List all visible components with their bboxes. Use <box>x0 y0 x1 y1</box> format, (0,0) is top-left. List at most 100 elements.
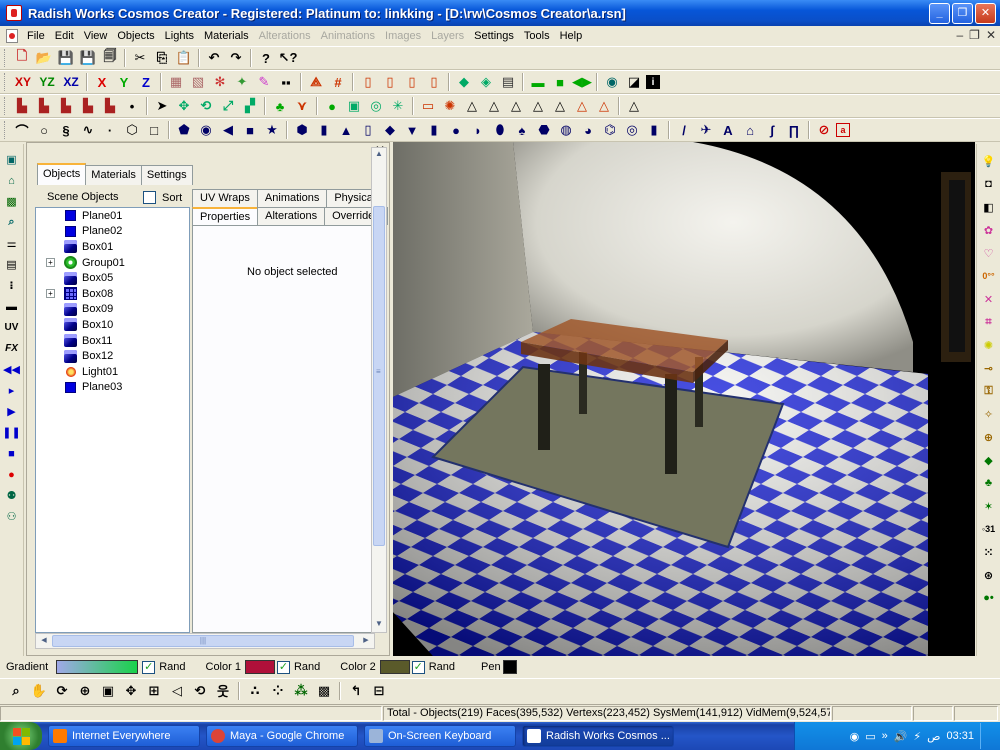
chart-icon[interactable]: ◪ <box>624 72 644 92</box>
play-icon[interactable]: ▶ <box>2 402 22 421</box>
stop-icon[interactable]: ■ <box>2 444 22 463</box>
mdi-restore-icon[interactable]: ❐ <box>969 28 980 42</box>
chrome-tray-icon[interactable]: ◉ <box>850 730 860 743</box>
tab-alterations[interactable]: Alterations <box>257 207 326 225</box>
pair-icon[interactable]: ●• <box>980 589 998 607</box>
task-on-screen-keyboard[interactable]: On-Screen Keyboard <box>364 725 516 747</box>
rectangle-icon[interactable]: □ <box>144 120 164 140</box>
shade-icon[interactable]: ✎ <box>254 72 274 92</box>
spotlight-icon[interactable]: ◧ <box>980 198 998 216</box>
pyramid-icon[interactable]: ▼ <box>402 120 422 140</box>
object-tool-4-icon[interactable]: ▙ <box>78 96 98 116</box>
star-icon[interactable]: ★ <box>262 120 282 140</box>
mdi-close-icon[interactable]: ✕ <box>986 28 996 42</box>
frame-icon[interactable]: ⌗ <box>980 313 998 331</box>
power-icon[interactable]: ⚡ <box>913 730 921 743</box>
tube-icon[interactable]: ▯ <box>358 120 378 140</box>
save-all-icon[interactable]: 🗐 <box>100 48 120 68</box>
menu-file[interactable]: File <box>22 30 50 42</box>
bottle-icon[interactable]: ▮ <box>644 120 664 140</box>
photo-icon[interactable]: ▩ <box>2 192 22 211</box>
document-icon[interactable] <box>6 29 18 43</box>
degree-icon[interactable]: 0°° <box>980 267 998 285</box>
expand-icon[interactable]: + <box>46 289 55 299</box>
tab-properties[interactable]: Properties <box>192 207 259 225</box>
dot-icon[interactable]: • <box>122 96 142 116</box>
snap-star-icon[interactable]: ✳ <box>388 96 408 116</box>
tab-objects[interactable]: Objects <box>37 163 87 185</box>
view-yz-button[interactable]: YZ <box>36 72 58 92</box>
cube-icon[interactable]: ⬢ <box>292 120 312 140</box>
rotate-icon[interactable]: ⟲ <box>196 96 216 116</box>
capsule-icon[interactable]: ⬮ <box>490 120 510 140</box>
menu-help[interactable]: Help <box>555 30 588 42</box>
record-icon[interactable]: ● <box>2 465 22 484</box>
back-icon[interactable]: ↰ <box>346 681 366 701</box>
helix-icon[interactable]: ⌬ <box>600 120 620 140</box>
target-icon[interactable]: ⊕ <box>980 428 998 446</box>
tree-item-box08[interactable]: + Box08 <box>36 286 189 302</box>
tree-item-light01[interactable]: Light01 <box>36 364 189 380</box>
gem-icon[interactable]: ◆ <box>380 120 400 140</box>
wedge-icon[interactable]: ◀ <box>218 120 238 140</box>
torus-icon[interactable]: ◉ <box>196 120 216 140</box>
pause-icon[interactable]: ❚❚ <box>2 423 22 442</box>
triangle-5-icon[interactable]: △ <box>550 96 570 116</box>
panel-vertical-scrollbar[interactable]: ▲ ≡ ▼ <box>371 147 387 633</box>
light-add-icon[interactable]: ✺ <box>440 96 460 116</box>
menu-edit[interactable]: Edit <box>50 30 79 42</box>
grid-icon[interactable]: ▦ <box>166 72 186 92</box>
tree-item-group01[interactable]: + Group01 <box>36 255 189 271</box>
sort-checkbox[interactable] <box>143 191 156 204</box>
can-icon[interactable]: ▮ <box>424 120 444 140</box>
tree-item-box01[interactable]: Box01 <box>36 239 189 255</box>
text-icon[interactable]: A <box>718 120 738 140</box>
step-icon[interactable]: ▸ <box>2 381 22 400</box>
fit-icon[interactable]: ⊞ <box>144 681 164 701</box>
tree-item-box11[interactable]: Box11 <box>36 333 189 349</box>
wave-icon[interactable]: ∿ <box>78 120 98 140</box>
layout-icon[interactable]: ▪▪ <box>276 72 296 92</box>
axis-y-button[interactable]: Y <box>114 72 134 92</box>
object-tool-3-icon[interactable]: ▙ <box>56 96 76 116</box>
task-chrome[interactable]: Maya - Google Chrome <box>206 725 358 747</box>
menu-objects[interactable]: Objects <box>112 30 159 42</box>
table-icon[interactable]: ▤ <box>498 72 518 92</box>
blob-icon[interactable]: ◕ <box>578 120 598 140</box>
object-tool-1-icon[interactable]: ▙ <box>12 96 32 116</box>
tab-animations[interactable]: Animations <box>256 189 328 207</box>
lattice-icon[interactable]: # <box>328 72 348 92</box>
tree-item-plane03[interactable]: Plane03 <box>36 380 189 396</box>
menu-alterations[interactable]: Alterations <box>254 30 316 42</box>
arc-icon[interactable]: ⌒ <box>12 120 32 140</box>
document-view-icon[interactable]: ▤ <box>2 255 22 274</box>
fill-icon[interactable]: ◈ <box>476 72 496 92</box>
camera-add-icon[interactable]: ▭ <box>418 96 438 116</box>
splash-icon[interactable]: ✶ <box>980 497 998 515</box>
task-internet-everywhere[interactable]: Internet Everywhere <box>48 725 200 747</box>
pillar4-icon[interactable]: ▯ <box>424 72 444 92</box>
axis-z-button[interactable]: Z <box>136 72 156 92</box>
green-cube-icon[interactable]: ◆ <box>980 451 998 469</box>
people-icon[interactable]: ⚉ <box>2 486 22 505</box>
walk-icon[interactable]: 웃 <box>213 681 233 701</box>
teapot-icon[interactable]: ♠ <box>512 120 532 140</box>
menu-settings[interactable]: Settings <box>469 30 519 42</box>
triangle-7-icon[interactable]: △ <box>594 96 614 116</box>
menu-animations[interactable]: Animations <box>316 30 380 42</box>
sparkle-icon[interactable]: ✧ <box>980 405 998 423</box>
view-xz-button[interactable]: XZ <box>60 72 82 92</box>
triangle-6-icon[interactable]: △ <box>572 96 592 116</box>
close-button[interactable]: ✕ <box>975 3 996 24</box>
triangle-4-icon[interactable]: △ <box>528 96 548 116</box>
roll-icon[interactable]: ◁ <box>167 681 187 701</box>
task-cosmos-creator[interactable]: Radish Works Cosmos ... <box>522 725 674 747</box>
slash-box-icon[interactable]: ⊘ <box>814 120 834 140</box>
pen-swatch[interactable] <box>502 660 517 674</box>
film-icon[interactable]: ▬ <box>2 297 22 316</box>
sun-icon[interactable]: ✺ <box>980 336 998 354</box>
pillar-icon[interactable]: ▯ <box>358 72 378 92</box>
paste-icon[interactable]: 📋 <box>174 48 194 68</box>
edge-mode-icon[interactable]: ⁘ <box>268 681 288 701</box>
scale-icon[interactable]: ⤢ <box>218 96 238 116</box>
